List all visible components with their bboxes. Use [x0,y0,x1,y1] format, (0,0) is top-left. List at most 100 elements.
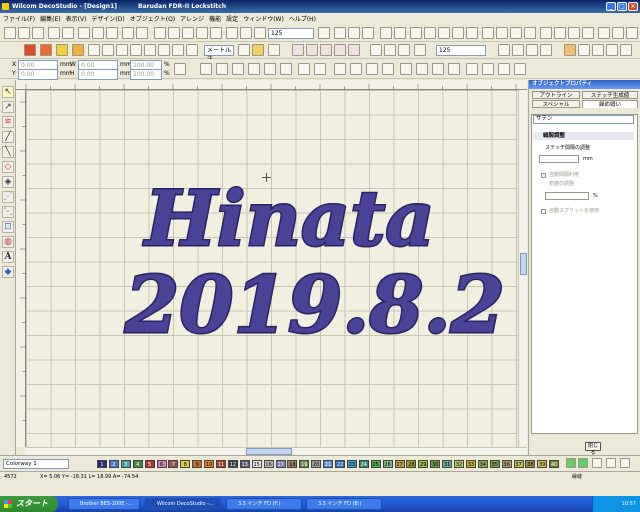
add-color-icon[interactable] [566,458,576,468]
palette-icon[interactable] [592,458,602,468]
tab-fill[interactable]: 繰め縫い [582,100,638,108]
minimize-button[interactable]: _ [606,2,616,11]
arrange-i-icon[interactable] [466,63,478,75]
transform-c-icon[interactable] [232,63,244,75]
transform-b-icon[interactable] [216,63,228,75]
tab-special[interactable]: スペシャル [532,100,580,108]
menu-object[interactable]: オブジェクト(O) [130,14,175,23]
circle-icon[interactable]: ◍ [2,236,14,248]
digitize-d-icon[interactable]: ⋱ [2,206,14,218]
tool-k-icon[interactable] [348,27,360,39]
tool-t-icon[interactable] [482,27,494,39]
digitize-b-icon[interactable]: ◈ [2,176,14,188]
tool-v-icon[interactable] [510,27,522,39]
arrange-l-icon[interactable] [514,63,526,75]
stitch-b-icon[interactable] [252,44,264,56]
tool-p-icon[interactable] [424,27,436,39]
design-line-1[interactable]: Hinata [143,174,435,263]
y-input[interactable]: 0.00 [18,69,58,80]
tool-m-icon[interactable] [380,27,392,39]
view-a-icon[interactable] [564,44,576,56]
transform-e-icon[interactable] [264,63,276,75]
color-swatch-1[interactable]: 1 [97,460,107,468]
pen-icon[interactable]: ╱ [2,131,14,143]
vertical-scroll-thumb[interactable] [520,253,527,275]
leaf-icon[interactable] [40,44,52,56]
cut-icon[interactable] [78,27,90,39]
shape-e-icon[interactable] [144,44,156,56]
color-swatch-6[interactable]: 6 [156,460,167,468]
color-swatch-30[interactable]: 30 [430,460,441,468]
menu-design[interactable]: デザイン(D) [91,14,124,23]
arrange-a-icon[interactable] [334,63,346,75]
stitch-edit-icon[interactable]: ≋ [2,116,14,128]
color-swatch-31[interactable]: 31 [442,460,453,468]
remove-color-icon[interactable] [578,458,588,468]
color-swatch-12[interactable]: 12 [227,460,238,468]
stitch-g-icon[interactable] [334,44,346,56]
zoom-out-icon[interactable] [512,44,524,56]
line-icon[interactable]: ╲ [2,146,14,158]
zoom-fit-icon[interactable] [526,44,538,56]
h-percent-input[interactable]: 100.00 [130,69,162,80]
align-a-icon[interactable] [370,44,382,56]
size-input[interactable]: 125 [268,28,314,39]
tool-b-icon[interactable] [168,27,180,39]
tool-s-icon[interactable] [466,27,478,39]
menu-window[interactable]: ウィンドウ(W) [243,14,284,23]
tool-n-icon[interactable] [394,27,406,39]
task-wilcom[interactable]: Wilcom DecoStudio -... [145,498,221,510]
color-swatch-40[interactable]: 40 [549,460,560,468]
shape-f-icon[interactable] [158,44,170,56]
color-swatch-24[interactable]: 24 [358,460,369,468]
tool-y-icon[interactable] [554,27,566,39]
stitch-a-icon[interactable] [238,44,250,56]
view-b-icon[interactable] [578,44,590,56]
color-swatch-22[interactable]: 22 [335,460,345,468]
tool-w-icon[interactable] [524,27,536,39]
shape-b-icon[interactable] [102,44,114,56]
arrange-b-icon[interactable] [350,63,362,75]
color-swatch-39[interactable]: 39 [537,460,548,468]
shape-c-icon[interactable] [116,44,128,56]
color-swatch-15[interactable]: 15 [251,460,262,468]
task-brother[interactable]: Brother BES-200E -... [68,498,140,510]
color-swatch-21[interactable]: 21 [323,460,334,468]
color-swatch-10[interactable]: 10 [204,460,215,468]
menu-arrange[interactable]: アレンジ [180,14,204,23]
stitch-d-icon[interactable] [292,44,304,56]
arrange-c-icon[interactable] [366,63,378,75]
panel-close-button[interactable]: 閉じる [585,442,601,456]
menu-view[interactable]: 表示(V) [66,14,87,23]
menu-edit[interactable]: 編集(E) [40,14,60,23]
stitch-f-icon[interactable] [320,44,332,56]
tool-a-icon[interactable] [154,27,166,39]
color-swatch-16[interactable]: 16 [263,460,274,468]
align-b-icon[interactable] [384,44,396,56]
color-swatch-18[interactable]: 18 [287,460,298,468]
align-d-icon[interactable] [414,44,426,56]
tool-ac-icon[interactable] [612,27,624,39]
color-swatch-11[interactable]: 11 [216,460,226,468]
stitch-type-select[interactable]: サテン [533,115,634,124]
color-swatch-38[interactable]: 38 [525,460,536,468]
color-swatch-13[interactable]: 13 [239,460,250,468]
align-c-icon[interactable] [398,44,410,56]
color-swatch-33[interactable]: 33 [465,460,476,468]
start-button[interactable]: スタート [0,496,58,512]
color-swatch-29[interactable]: 29 [418,460,429,468]
arrange-j-icon[interactable] [482,63,494,75]
lock-icon[interactable] [174,63,186,75]
maximize-button[interactable]: □ [617,2,627,11]
tool-l-icon[interactable] [362,27,374,39]
arrange-h-icon[interactable] [448,63,460,75]
view-c-icon[interactable] [592,44,604,56]
tool-u-icon[interactable] [496,27,508,39]
shape-a-icon[interactable] [88,44,100,56]
arrange-f-icon[interactable] [416,63,428,75]
select-arrow-icon[interactable]: ↖ [2,86,14,98]
redo-icon[interactable] [136,27,148,39]
arrange-g-icon[interactable] [432,63,444,75]
color-swatch-37[interactable]: 37 [513,460,524,468]
digitize-a-icon[interactable]: ◇ [2,161,14,173]
